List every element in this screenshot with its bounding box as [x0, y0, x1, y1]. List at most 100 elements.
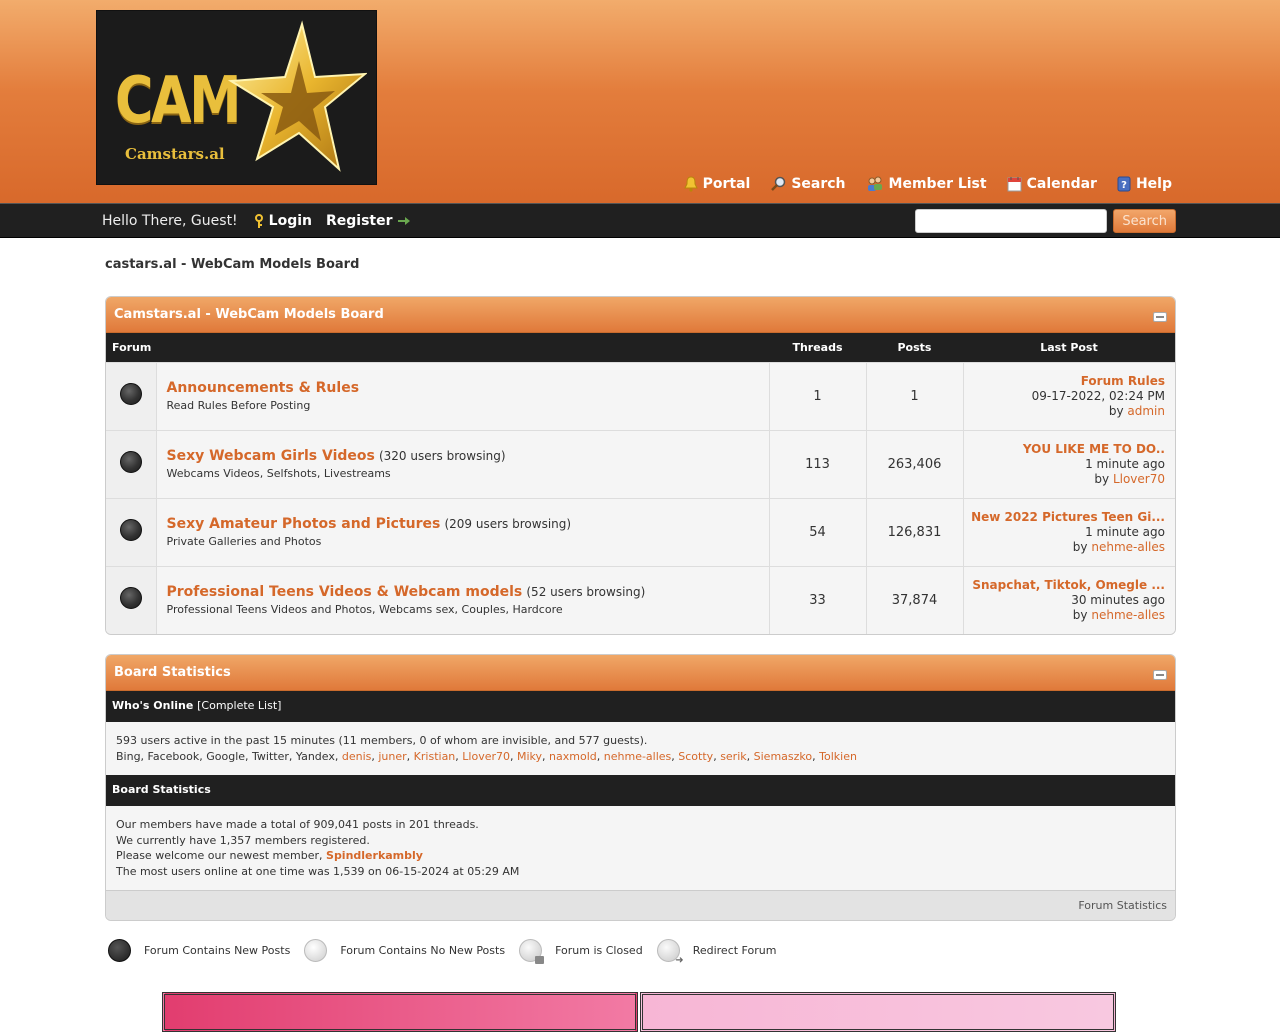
welcome-block: Hello There, Guest! Login Register: [102, 213, 424, 229]
legend-item: Redirect Forum: [656, 939, 776, 966]
quick-search-form: Search: [915, 209, 1176, 233]
breadcrumb[interactable]: castars.al - WebCam Models Board: [105, 257, 1176, 277]
record-online: The most users online at one time was 1,…: [116, 864, 520, 878]
online-member-link[interactable]: nehme-alles: [604, 750, 672, 763]
site-logo[interactable]: CAM Camstars.al: [96, 10, 377, 185]
last-post-link[interactable]: Snapchat, Tiktok, Omegle ...: [972, 578, 1165, 592]
online-member-link[interactable]: Siemaszko: [754, 750, 812, 763]
portal-link[interactable]: Portal: [683, 176, 750, 192]
newest-member-link[interactable]: Spindlerkambly: [326, 849, 423, 862]
new-posts-icon: [119, 383, 142, 405]
board-stats-header: Board Statistics: [106, 775, 1175, 806]
forum-title-link[interactable]: Professional Teens Videos & Webcam model…: [167, 584, 523, 600]
last-post-link[interactable]: New 2022 Pictures Teen Gi...: [971, 510, 1165, 524]
online-member-link[interactable]: serik: [720, 750, 746, 763]
online-member-link[interactable]: Llover70: [462, 750, 510, 763]
login-link[interactable]: Login: [254, 213, 312, 229]
col-forum: Forum: [106, 333, 769, 362]
stats-footer: Forum Statistics: [106, 890, 1175, 920]
category-title[interactable]: Camstars.al - WebCam Models Board: [114, 307, 384, 322]
whos-online-header: Who's Online [Complete List]: [106, 691, 1175, 722]
forum-row: Professional Teens Videos & Webcam model…: [106, 565, 1175, 634]
calendar-label: Calendar: [1026, 176, 1097, 192]
forum-title-link[interactable]: Sexy Webcam Girls Videos: [167, 448, 375, 464]
complete-list-link[interactable]: [Complete List]: [197, 699, 281, 712]
last-post-time: 09-17-2022, 02:24 PM: [1031, 388, 1165, 403]
calendar-link[interactable]: Calendar: [1007, 176, 1097, 192]
online-member-link[interactable]: Kristian: [414, 750, 456, 763]
forum-description: Webcams Videos, Selfshots, Livestreams: [166, 467, 391, 480]
help-label: Help: [1135, 176, 1172, 192]
thread-count: 54: [769, 497, 867, 566]
new-posts-icon: [119, 519, 142, 541]
forum-list: Forum Threads Posts Last Post Announceme…: [106, 333, 1175, 634]
help-link[interactable]: ? Help: [1117, 176, 1172, 192]
collapse-icon[interactable]: [1153, 312, 1167, 322]
online-member-link[interactable]: denis: [342, 750, 372, 763]
register-link[interactable]: Register: [326, 213, 410, 229]
ad-banner-left[interactable]: [162, 992, 638, 1032]
online-member-link[interactable]: naxmold: [549, 750, 597, 763]
forum-status: [106, 429, 157, 498]
collapse-icon[interactable]: [1153, 670, 1167, 680]
site-header: CAM Camstars.al Portal Search Member Lis…: [0, 0, 1280, 203]
closed-icon: [519, 939, 545, 964]
forum-info: Announcements & Rules Read Rules Before …: [156, 361, 770, 430]
forum-title-link[interactable]: Announcements & Rules: [167, 380, 360, 396]
col-threads: Threads: [769, 333, 866, 362]
new-posts-icon: [108, 939, 131, 962]
last-post-time: 1 minute ago: [1085, 456, 1165, 471]
main-content: castars.al - WebCam Models Board Camstar…: [105, 257, 1176, 921]
new-posts-icon: [119, 587, 142, 610]
search-link[interactable]: Search: [770, 176, 846, 192]
redirect-icon: [656, 939, 684, 966]
last-post-user[interactable]: nehme-alles: [1091, 540, 1165, 554]
greeting-text: Hello There, Guest!: [102, 213, 238, 229]
top-links: Portal Search Member List Calendar ? Hel…: [683, 176, 1172, 192]
online-member-link[interactable]: Miky: [517, 750, 542, 763]
legend-label: Forum Contains New Posts: [144, 944, 291, 957]
stats-title: Board Statistics: [114, 665, 231, 680]
member-list-label: Member List: [888, 176, 987, 192]
online-member-link[interactable]: Scotty: [678, 750, 713, 763]
help-icon: ?: [1117, 176, 1131, 192]
legend-item: Forum Contains New Posts: [108, 939, 290, 962]
online-member-link[interactable]: juner: [378, 750, 406, 763]
last-post: Snapchat, Tiktok, Omegle ... 30 minutes …: [963, 565, 1175, 634]
legend-item: Forum is Closed: [519, 939, 643, 964]
search-icon: [771, 176, 786, 191]
last-post-time: 30 minutes ago: [1071, 592, 1165, 607]
search-input[interactable]: [915, 209, 1108, 233]
last-post-user[interactable]: admin: [1127, 404, 1165, 418]
no-new-posts-icon: [304, 939, 328, 962]
forum-description: Private Galleries and Photos: [166, 535, 322, 548]
online-member-link[interactable]: Tolkien: [819, 750, 857, 763]
ad-banners: [162, 992, 1118, 1032]
forum-info: Sexy Amateur Photos and Pictures (209 us…: [156, 497, 770, 566]
search-button[interactable]: Search: [1113, 209, 1176, 233]
last-post-user[interactable]: nehme-alles: [1091, 608, 1165, 622]
legend-label: Forum is Closed: [555, 944, 643, 957]
col-posts: Posts: [866, 333, 963, 362]
category-header: Camstars.al - WebCam Models Board: [106, 297, 1175, 333]
last-post-by: by: [1108, 403, 1124, 418]
last-post-user[interactable]: Llover70: [1113, 472, 1165, 486]
last-post-link[interactable]: YOU LIKE ME TO DO..: [1023, 442, 1165, 456]
forum-statistics-link[interactable]: Forum Statistics: [1078, 899, 1167, 912]
whos-online-body: 593 users active in the past 15 minutes …: [106, 722, 1175, 775]
last-post: YOU LIKE ME TO DO.. 1 minute ago by Llov…: [963, 429, 1175, 498]
calendar-icon: [1007, 177, 1022, 192]
ad-banner-right[interactable]: [640, 992, 1116, 1032]
arrow-right-icon: [397, 217, 410, 225]
member-list-link[interactable]: Member List: [866, 176, 987, 192]
logo-site-name: Camstars.al: [125, 145, 225, 163]
forum-status: [106, 565, 157, 634]
post-count: 126,831: [866, 497, 964, 566]
legend-label: Forum Contains No New Posts: [340, 944, 506, 957]
forum-description: Professional Teens Videos and Photos, We…: [166, 603, 563, 617]
user-panel: Hello There, Guest! Login Register Searc…: [0, 203, 1280, 238]
last-post-link[interactable]: Forum Rules: [1081, 374, 1165, 388]
forum-title-link[interactable]: Sexy Amateur Photos and Pictures: [167, 516, 441, 532]
bell-icon: [683, 176, 698, 192]
forum-legend: Forum Contains New Posts Forum Contains …: [108, 939, 790, 966]
